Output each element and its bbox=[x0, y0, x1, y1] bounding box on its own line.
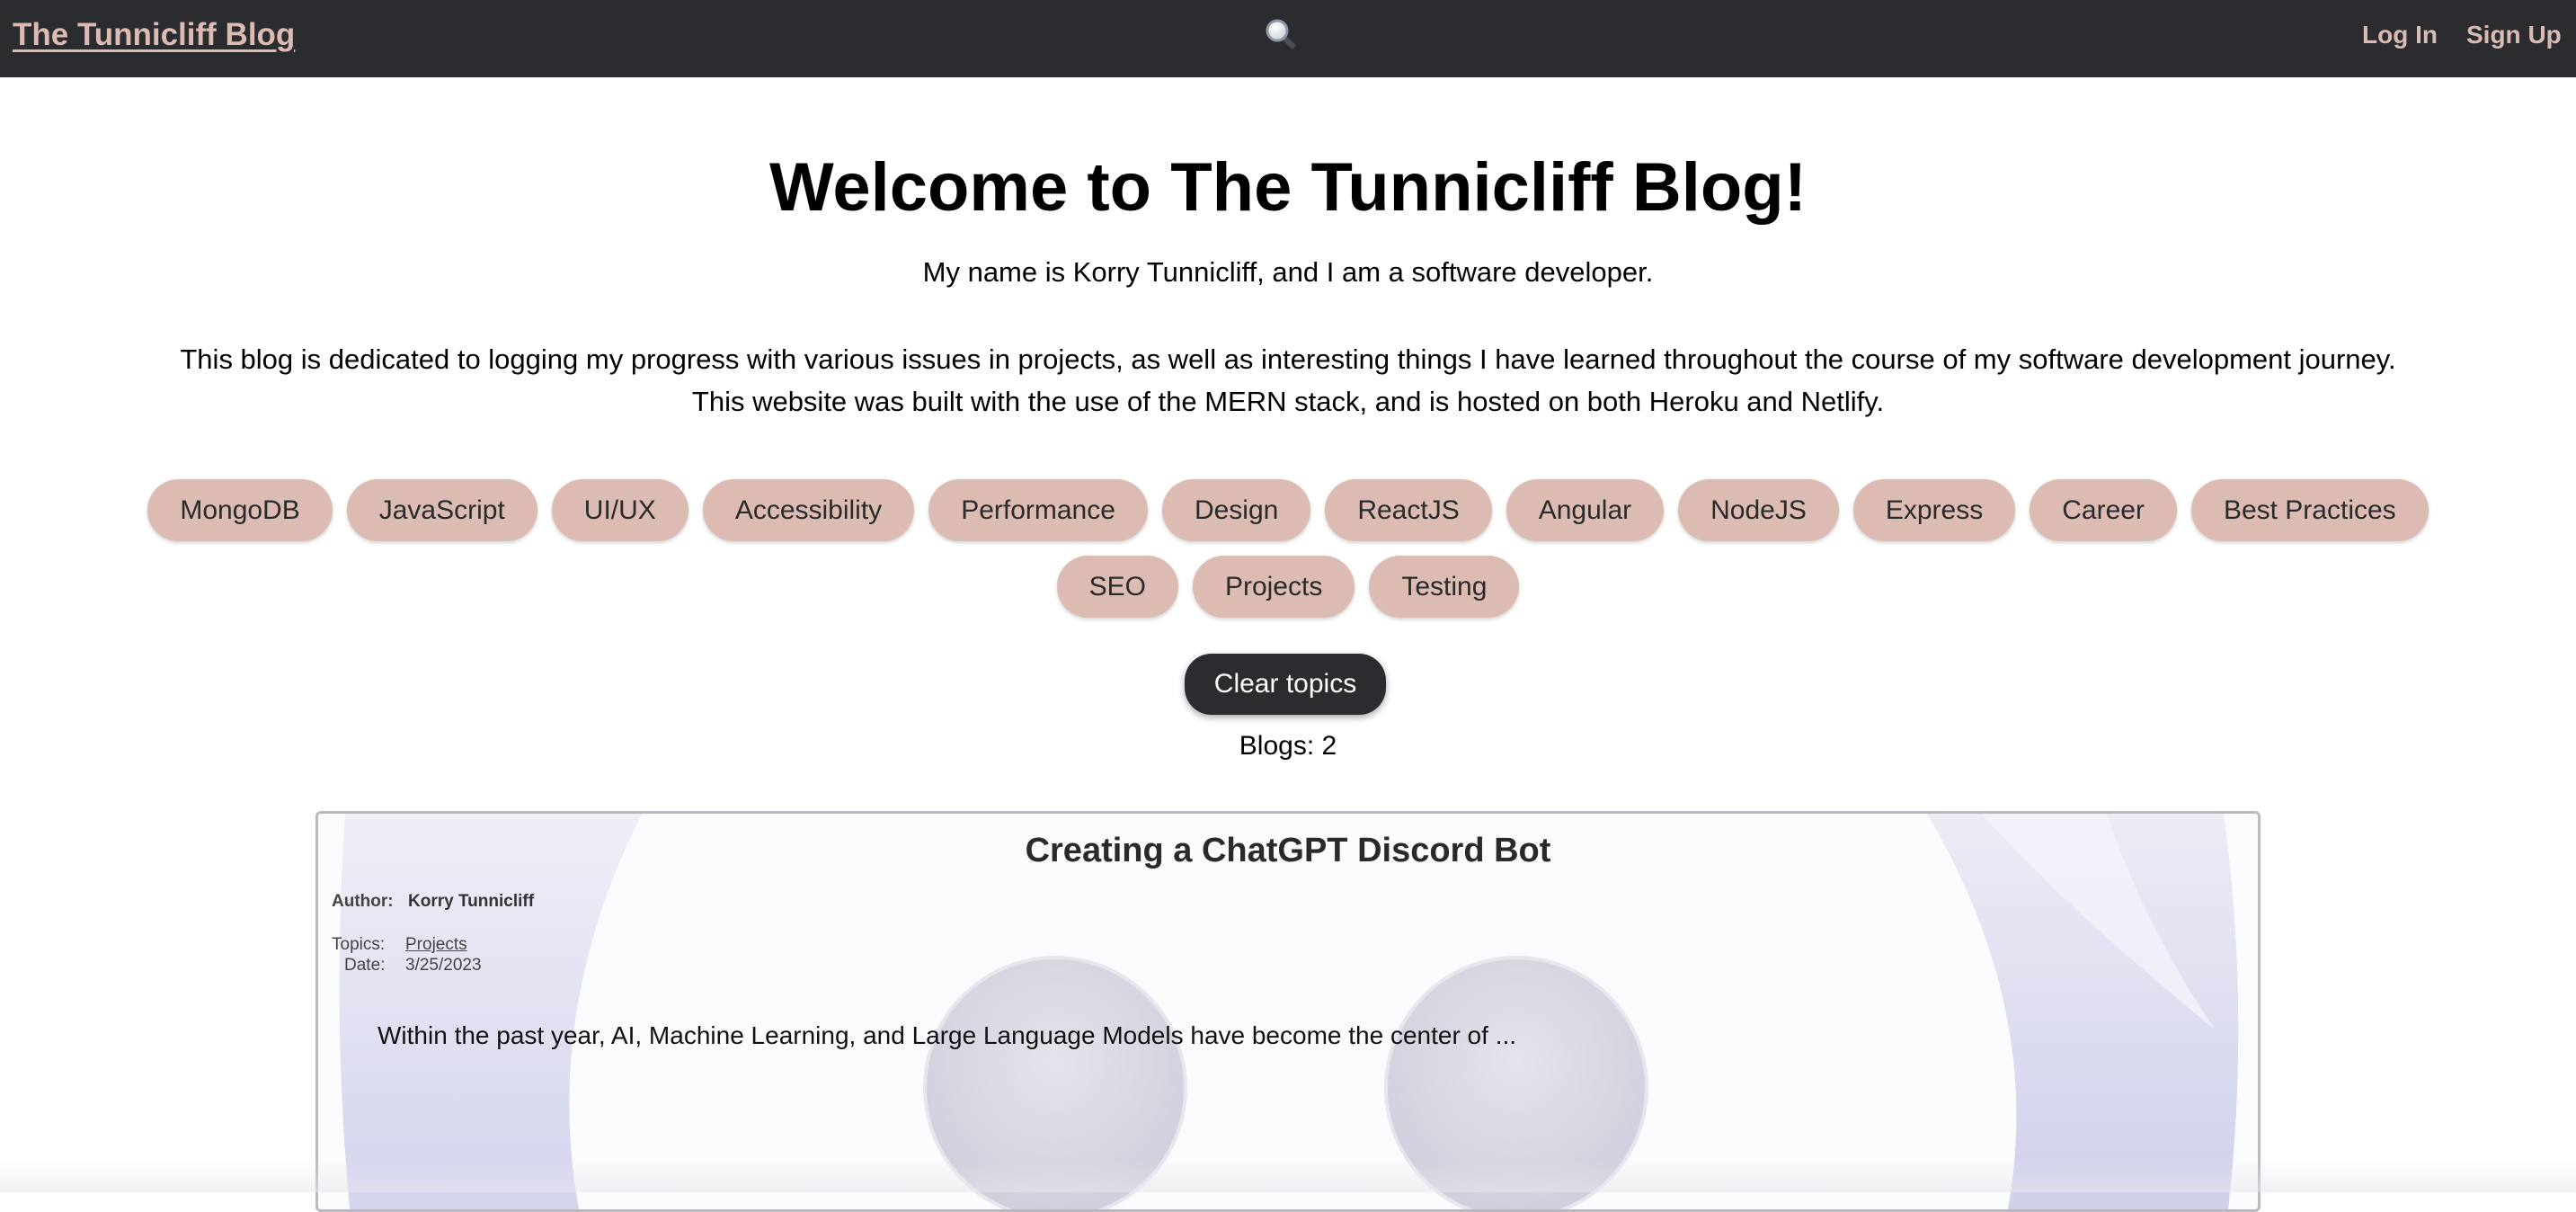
topics-label: Topics: bbox=[332, 935, 386, 954]
topic-chip-design[interactable]: Design bbox=[1161, 479, 1311, 541]
blog-count: Blogs: 2 bbox=[1239, 731, 1337, 761]
topic-chip-reactjs[interactable]: ReactJS bbox=[1325, 479, 1492, 541]
intro-description: This blog is dedicated to logging my pro… bbox=[180, 343, 2396, 417]
blog-date: 3/25/2023 bbox=[405, 956, 482, 975]
topic-chip-career[interactable]: Career bbox=[2030, 479, 2177, 541]
page-title: Welcome to The Tunnicliff Blog! bbox=[768, 149, 1808, 226]
site-brand-link[interactable]: The Tunnicliff Blog bbox=[13, 0, 295, 77]
topic-chip-best-practices[interactable]: Best Practices bbox=[2190, 479, 2429, 541]
date-label: Date: bbox=[344, 956, 386, 975]
topic-chip-mongodb[interactable]: MongoDB bbox=[147, 479, 333, 541]
blog-card[interactable]: Creating a ChatGPT Discord Bot Author: K… bbox=[315, 811, 2261, 1212]
topic-chip-ui-ux[interactable]: UI/UX bbox=[551, 479, 688, 541]
topic-chip-javascript[interactable]: JavaScript bbox=[346, 479, 537, 541]
login-link[interactable]: Log In bbox=[2362, 0, 2438, 77]
topic-chip-angular[interactable]: Angular bbox=[1506, 479, 1665, 541]
author-name: Korry Tunnicliff bbox=[408, 892, 535, 911]
topic-chip-seo[interactable]: SEO bbox=[1056, 556, 1178, 618]
author-label: Author: bbox=[332, 892, 394, 911]
topic-chip-nodejs[interactable]: NodeJS bbox=[1678, 479, 1839, 541]
topic-chip-express[interactable]: Express bbox=[1852, 479, 2016, 541]
signup-link[interactable]: Sign Up bbox=[2466, 0, 2562, 77]
topic-chip-testing[interactable]: Testing bbox=[1369, 556, 1520, 618]
blog-title[interactable]: Creating a ChatGPT Discord Bot bbox=[318, 830, 2258, 871]
card-background-art bbox=[318, 814, 2258, 1209]
clear-topics-button[interactable]: Clear topics bbox=[1185, 654, 1386, 715]
topic-filter-list: MongoDB JavaScript UI/UX Accessibility P… bbox=[99, 479, 2477, 618]
blog-excerpt: Within the past year, AI, Machine Learni… bbox=[378, 1021, 1517, 1049]
top-navbar: The Tunnicliff Blog Log In Sign Up bbox=[0, 0, 2576, 77]
blog-topic-link[interactable]: Projects bbox=[405, 934, 467, 956]
topic-chip-projects[interactable]: Projects bbox=[1192, 556, 1355, 618]
topic-chip-accessibility[interactable]: Accessibility bbox=[702, 479, 915, 541]
intro-subtitle: My name is Korry Tunnicliff, and I am a … bbox=[922, 256, 1654, 288]
topic-chip-performance[interactable]: Performance bbox=[928, 479, 1148, 541]
search-icon[interactable] bbox=[1263, 16, 1302, 56]
